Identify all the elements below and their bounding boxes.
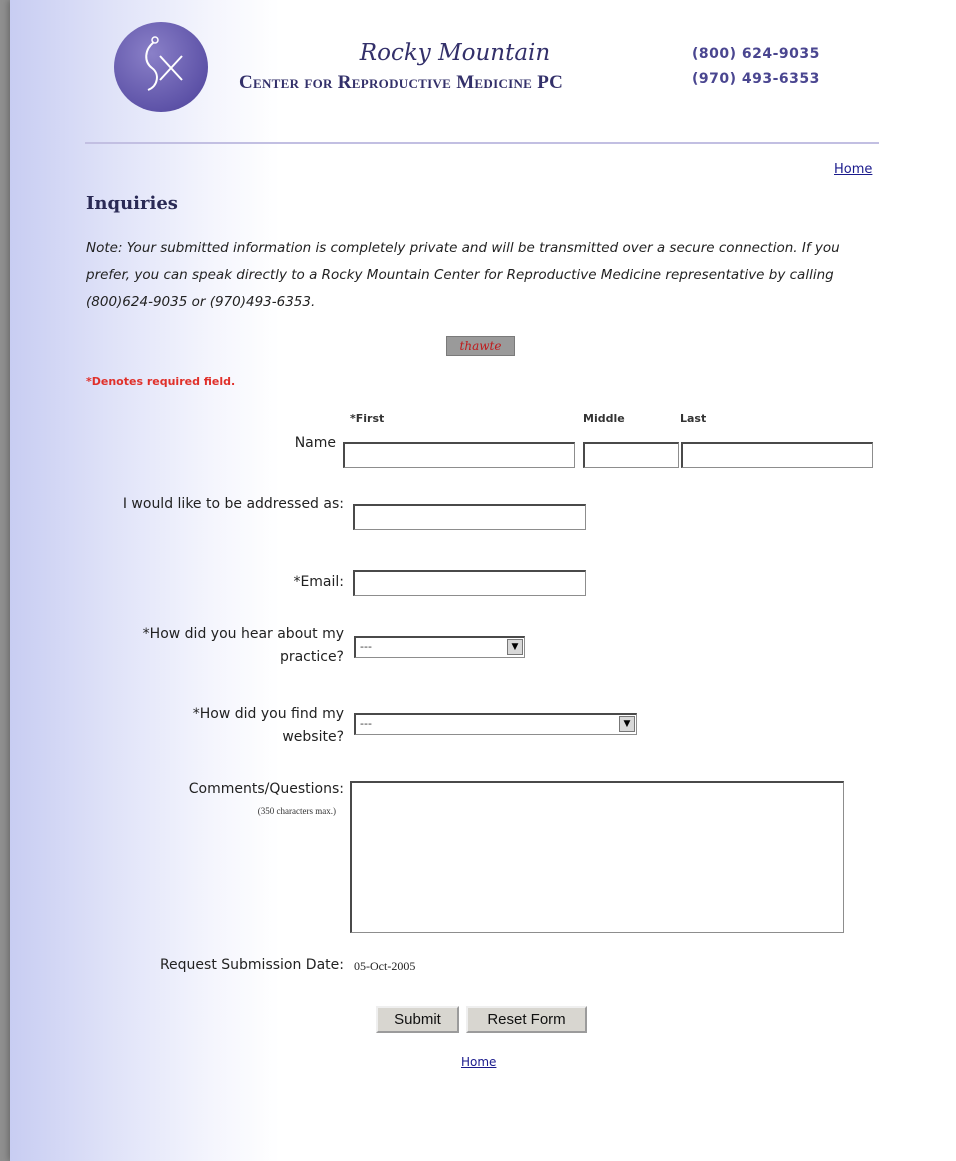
find-website-selected: --- [360,717,372,730]
first-name-label: *First [350,412,385,425]
hear-about-select[interactable]: --- ▼ [354,636,525,658]
last-name-input[interactable] [681,442,873,468]
phone-number-1: (800) 624-9035 [692,46,820,62]
chevron-down-icon[interactable]: ▼ [619,716,635,732]
home-link-bottom[interactable]: Home [461,1055,496,1069]
address-as-input[interactable] [353,504,586,530]
brand-name: Center for Reproductive Medicine PC [239,72,564,93]
chevron-down-icon[interactable]: ▼ [507,639,523,655]
page-title: Inquiries [86,193,178,214]
first-name-input[interactable] [343,442,575,468]
submission-date-value: 05-Oct-2005 [354,959,416,973]
comments-hint: (350 characters max.) [257,806,336,816]
header-divider [85,142,879,144]
email-label: *Email: [293,574,344,590]
home-link-top[interactable]: Home [834,162,872,177]
page: Rocky Mountain Center for Reproductive M… [10,0,956,1161]
address-as-label: I would like to be addressed as: [122,496,344,512]
comments-textarea[interactable] [350,781,844,933]
hear-about-label: *How did you hear about my practice? [142,626,344,665]
middle-name-label: Middle [583,412,625,425]
email-input[interactable] [353,570,586,596]
last-name-label: Last [680,412,707,425]
find-website-select[interactable]: --- ▼ [354,713,637,735]
reset-form-button[interactable]: Reset Form [466,1006,587,1033]
find-website-label: *How did you find my website? [192,706,344,745]
name-label: Name [294,435,336,451]
privacy-note: Note: Your submitted information is comp… [86,240,840,310]
hear-about-selected: --- [360,640,372,653]
comments-label: Comments/Questions: [188,781,344,797]
submission-date-label: Request Submission Date: [159,957,344,973]
middle-name-input[interactable] [583,442,679,468]
submit-button[interactable]: Submit [376,1006,459,1033]
logo-monogram-icon[interactable] [114,22,208,112]
phone-number-2: (970) 493-6353 [692,71,820,87]
required-note: *Denotes required field. [86,375,236,388]
thawte-seal[interactable]: thawte [446,336,515,356]
brand-script: Rocky Mountain [359,40,551,66]
